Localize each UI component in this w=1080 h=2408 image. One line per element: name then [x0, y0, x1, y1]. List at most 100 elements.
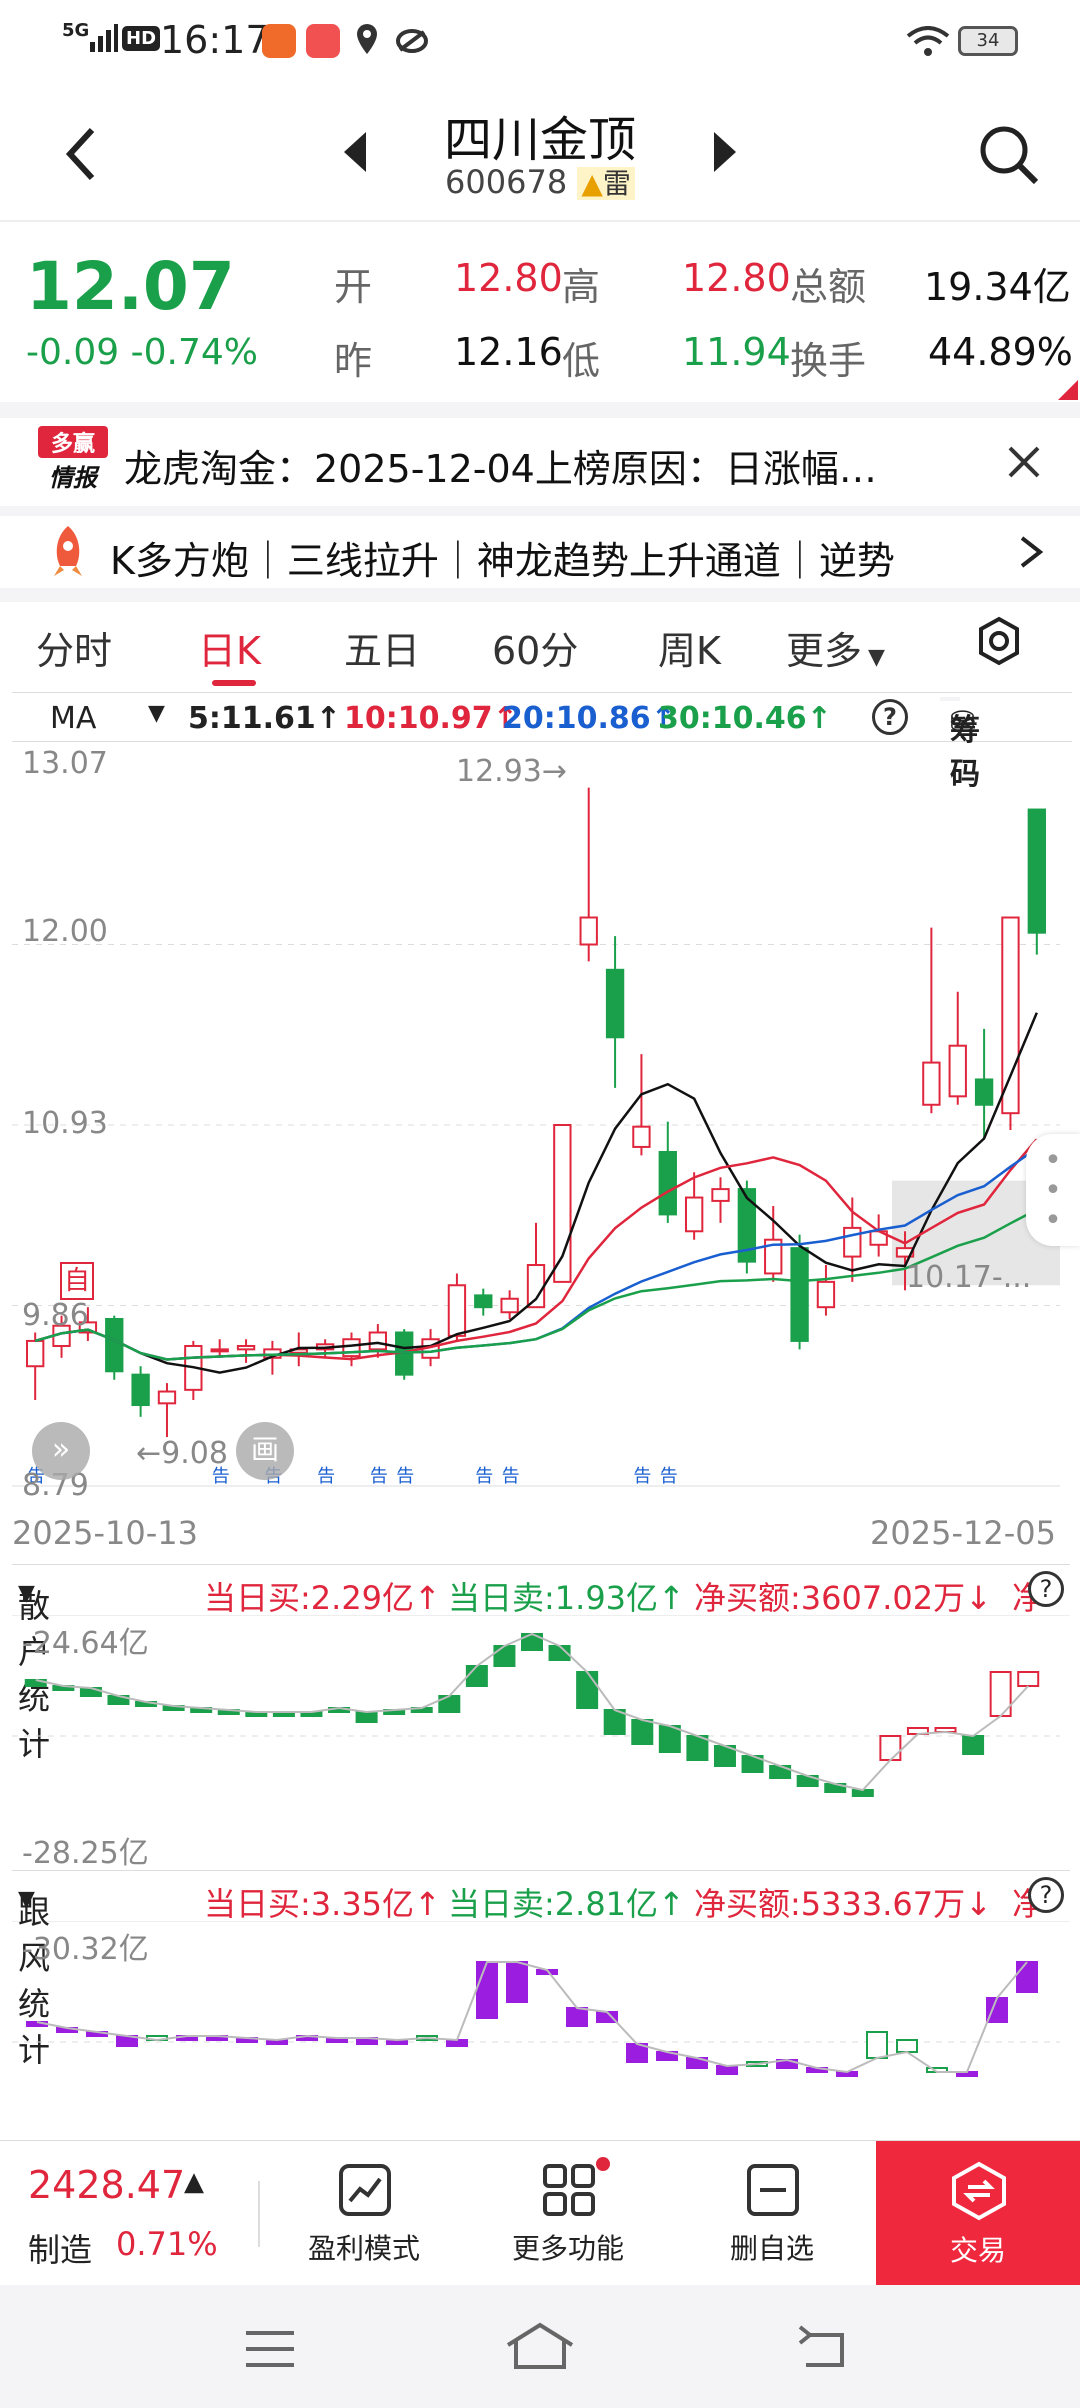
retail-bottom-label: -28.25亿 [22, 1836, 149, 1871]
announcement-marker: 告 [633, 1466, 651, 1487]
follow-buy: 当日买:3.35亿↑ [204, 1885, 441, 1923]
max-price-label: 12.93→ [456, 754, 568, 789]
tab-five-day[interactable]: 五日 [344, 620, 420, 675]
candle-body [26, 1339, 45, 1368]
tab-weekly-k[interactable]: 周K [658, 620, 721, 675]
tab-daily-k[interactable]: 日K [198, 620, 261, 675]
close-icon[interactable] [1006, 444, 1042, 480]
help-icon[interactable]: ? [1028, 1571, 1064, 1607]
low-label: 低 [562, 339, 601, 383]
settings-icon[interactable] [976, 616, 1022, 666]
next-stock-icon[interactable] [710, 130, 740, 174]
retail-bar [658, 1725, 681, 1753]
candle-body [790, 1247, 809, 1342]
candle-body [447, 1284, 467, 1337]
low-value: 11.94 [682, 330, 791, 374]
candle-body [236, 1344, 256, 1351]
tab-60min[interactable]: 60分 [492, 620, 578, 675]
candle-body [368, 1331, 388, 1351]
toolbar-divider [258, 2181, 260, 2247]
risk-tag-label: 雷 [602, 167, 631, 200]
candle-body [684, 1196, 704, 1233]
candle-body [711, 1188, 730, 1202]
system-nav-bar [0, 2285, 1080, 2408]
trade-button[interactable]: 交易 [876, 2141, 1080, 2286]
y-label-2: 12.00 [22, 914, 108, 949]
tab-more-label: 更多 [786, 629, 863, 673]
ma-type-select[interactable]: MA [50, 701, 96, 736]
chip-button[interactable]: ⛁ 筹码 [940, 697, 980, 792]
news-text[interactable]: 龙虎淘金：2025-12-04上榜原因：日涨幅… [124, 438, 877, 493]
candle-body [526, 1264, 546, 1309]
candle-body [1027, 808, 1046, 934]
tab-more[interactable]: 更多 ▼ [786, 620, 885, 675]
signal-icon [90, 24, 118, 52]
follow-bar [986, 1997, 1008, 2023]
self-select-tag[interactable]: 自 [60, 1262, 94, 1300]
stock-code: 600678 [445, 163, 568, 201]
battery-icon: 34 [958, 26, 1018, 56]
candle-body [974, 1078, 994, 1106]
change-pct: -0.74% [130, 332, 258, 373]
help-icon[interactable]: ? [1028, 1877, 1064, 1913]
trade-label: 交易 [949, 2234, 1006, 2267]
signal-ticker[interactable]: K多方炮｜三线拉升｜神龙趋势上升通道｜逆势 [0, 516, 1080, 588]
candle-body [474, 1294, 493, 1309]
remove-watchlist-button[interactable]: 删自选 [704, 2141, 840, 2286]
follow-top-label: -30.32亿 [22, 1932, 149, 1967]
prev-close-label: 昨 [334, 339, 373, 383]
y-label-top: 13.07 [22, 746, 108, 781]
kline-svg: 告告告告告告告告告告 [12, 787, 1060, 1487]
network-label: 5G [62, 20, 90, 41]
period-tabs: 分时 日K 五日 60分 周K 更多 ▼ [0, 600, 1080, 696]
retail-net: 净买额:3607.02万↓ [694, 1579, 992, 1617]
news-badge-bottom: 情报 [49, 464, 97, 492]
index-value[interactable]: 2428.47 [28, 2163, 185, 2207]
prev-close-value: 12.16 [454, 330, 563, 374]
more-functions-button[interactable]: 更多功能 [500, 2141, 636, 2286]
last-price: 12.07 [26, 248, 235, 325]
retail-bar [1017, 1671, 1040, 1687]
app-notification-icon [262, 24, 296, 58]
news-bar[interactable]: 多赢 情报 龙虎淘金：2025-12-04上榜原因：日涨幅… [0, 418, 1080, 506]
back-nav-icon[interactable] [796, 2325, 850, 2369]
kline-chart[interactable]: 告告告告告告告告告告 13.07 12.00 10.93 9.86 8.79 1… [0, 742, 1080, 1552]
price-change: -0.09 -0.74% [26, 332, 258, 373]
announcement-marker: 告 [502, 1466, 520, 1487]
menu-icon[interactable] [244, 2329, 296, 2369]
side-menu-handle[interactable]: • • • [1026, 1134, 1080, 1246]
bottom-toolbar: 2428.47 ▲ 制造 0.71% 盈利模式 更多功能 删自选 交易 [0, 2140, 1080, 2286]
retail-bar [879, 1735, 902, 1761]
candle-body [843, 1226, 862, 1258]
stock-name: 四川金顶 [443, 112, 636, 168]
announcement-marker: 告 [396, 1466, 414, 1487]
ma30-value: 30:10.46↑ [658, 701, 832, 736]
follow-bar [716, 2065, 738, 2075]
news-badge: 多赢 情报 [38, 426, 108, 498]
ma5-line [34, 1012, 1038, 1374]
home-icon[interactable] [504, 2321, 576, 2371]
risk-tag[interactable]: ▲雷 [577, 167, 635, 200]
candle-body [948, 1044, 967, 1098]
expand-icon[interactable]: » [32, 1422, 90, 1480]
help-icon[interactable]: ? [872, 699, 908, 735]
retail-stats-chart: -24.64亿 -28.25亿 [0, 1616, 1080, 1871]
candle-body [210, 1348, 229, 1353]
profit-mode-button[interactable]: 盈利模式 [296, 2141, 432, 2286]
draw-button[interactable]: 画 [236, 1422, 294, 1480]
retail-bar [576, 1671, 599, 1709]
retail-bar [465, 1665, 488, 1687]
divider-gap [0, 402, 1080, 418]
clock: 16:17 [160, 18, 270, 62]
retail-buy: 当日买:2.29亿↑ [204, 1579, 441, 1617]
caret-down-icon: ▼ [868, 645, 885, 670]
follow-sell: 当日卖:2.81亿↑ [448, 1885, 685, 1923]
search-icon[interactable] [978, 124, 1040, 186]
ma10-value: 10:10.97↑ [344, 701, 518, 736]
chevron-right-icon[interactable] [1016, 534, 1046, 570]
follow-stats-header: 跟风统计 ▼ 当日买:3.35亿↑ 当日卖:2.81亿↑ 净买额:5333.67万… [12, 1870, 1070, 2069]
ma5-value: 5:11.61↑ [188, 701, 341, 736]
retail-bar [355, 1711, 378, 1723]
candle-body [131, 1373, 150, 1407]
tab-intraday[interactable]: 分时 [36, 620, 112, 675]
